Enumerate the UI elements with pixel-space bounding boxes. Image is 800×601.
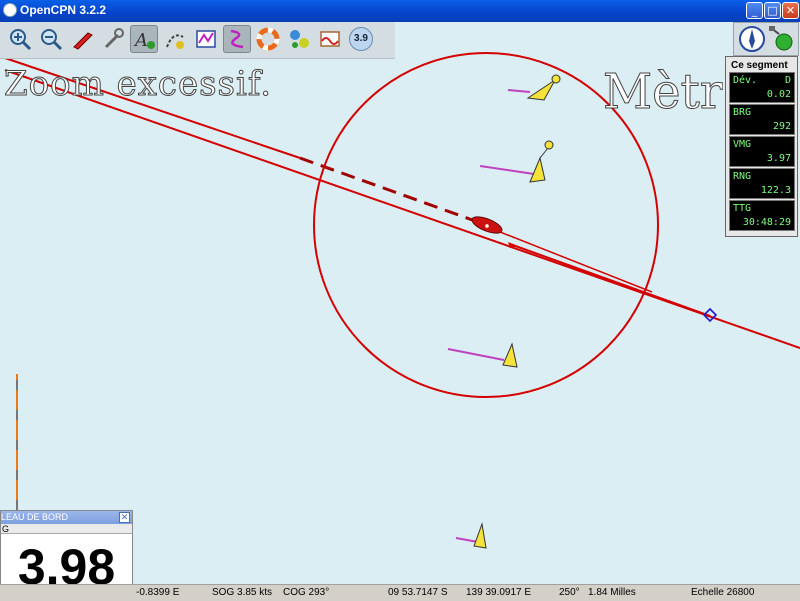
zoom-in-icon bbox=[10, 29, 32, 51]
ais-icon bbox=[290, 30, 309, 48]
instrument-dev: Dév. D 0.02 bbox=[729, 72, 795, 103]
compass-icon bbox=[739, 26, 765, 52]
route-button[interactable] bbox=[161, 25, 189, 53]
title-bar: OpenCPN 3.2.2 _ □ ✕ bbox=[0, 0, 800, 22]
window-title: OpenCPN 3.2.2 bbox=[20, 3, 107, 17]
status-longitude: -0.8399 E bbox=[136, 587, 180, 598]
dashboard-title: LEAU DE BORD bbox=[1, 511, 132, 524]
status-cursor-lon: 139 39.0917 E bbox=[466, 587, 532, 598]
unit-overlay-text: Mètr bbox=[603, 64, 723, 120]
status-bar: -0.8399 E SOG 3.85 kts COG 293° 09 53.71… bbox=[0, 584, 800, 601]
zoom-out-button[interactable] bbox=[37, 25, 65, 53]
route-manager-button[interactable] bbox=[192, 25, 220, 53]
instrument-value: 292 bbox=[772, 121, 791, 132]
status-distance: 1.84 Milles bbox=[588, 587, 636, 598]
route-icon bbox=[166, 34, 184, 49]
compass-status[interactable] bbox=[733, 22, 799, 56]
status-scale: Echelle 26800 bbox=[691, 587, 755, 598]
instrument-rng: RNG 122.3 bbox=[729, 168, 795, 199]
gps-status-icon bbox=[769, 26, 793, 51]
tides-button[interactable] bbox=[316, 25, 344, 53]
text-tool-button[interactable]: A bbox=[130, 25, 158, 53]
instrument-value: 3.97 bbox=[766, 153, 791, 164]
mob-button[interactable] bbox=[254, 25, 282, 53]
status-cursor-lat: 09 53.7147 S bbox=[388, 587, 448, 598]
instrument-label: VMG bbox=[733, 139, 752, 150]
status-cog: COG 293° bbox=[283, 587, 330, 598]
ship-icon bbox=[73, 32, 93, 50]
status-sog: SOG 3.85 kts bbox=[212, 587, 273, 598]
instrument-brg: BRG 292 bbox=[729, 104, 795, 135]
version-button[interactable]: 3.9 bbox=[347, 25, 375, 53]
track-icon bbox=[230, 29, 244, 49]
main-toolbar: A 3.9 bbox=[0, 22, 395, 59]
segment-panel[interactable]: Ce segment Dév. D 0.02 BRG 292 VMG 3.97 … bbox=[725, 56, 798, 237]
dashboard-close-button[interactable]: ✕ bbox=[119, 512, 130, 523]
instrument-ttg: TTG 30:48:29 bbox=[729, 200, 795, 231]
app-icon bbox=[3, 3, 17, 17]
instrument-label: RNG bbox=[733, 171, 752, 182]
instrument-label: BRG bbox=[733, 107, 752, 118]
tide-icon bbox=[320, 31, 340, 47]
close-button[interactable]: ✕ bbox=[782, 2, 799, 19]
text-add-icon: A bbox=[133, 30, 155, 51]
svg-text:A: A bbox=[133, 30, 148, 51]
ais-button[interactable] bbox=[285, 25, 313, 53]
zoom-warning-text: Zoom excessif. bbox=[3, 64, 273, 105]
instrument-unit: D bbox=[784, 75, 791, 86]
zoom-in-button[interactable] bbox=[6, 25, 34, 53]
instrument-value: 30:48:29 bbox=[742, 217, 791, 228]
lifebuoy-icon bbox=[256, 27, 280, 51]
instrument-label: Dév. bbox=[733, 75, 758, 86]
status-bearing: 250° bbox=[559, 587, 580, 598]
instrument-value: 122.3 bbox=[760, 185, 791, 196]
maximize-button[interactable]: □ bbox=[764, 2, 781, 19]
wrench-icon bbox=[104, 28, 124, 49]
center-ship-button[interactable] bbox=[68, 25, 96, 53]
instrument-vmg: VMG 3.97 bbox=[729, 136, 795, 167]
zoom-out-icon bbox=[41, 29, 63, 51]
settings-button[interactable] bbox=[99, 25, 127, 53]
version-badge: 3.9 bbox=[349, 27, 373, 51]
instrument-value: 0.02 bbox=[766, 89, 791, 100]
minimize-button[interactable]: _ bbox=[746, 2, 763, 19]
instrument-label: TTG bbox=[733, 203, 752, 214]
segment-panel-title: Ce segment bbox=[731, 60, 788, 71]
route-manager-icon bbox=[196, 30, 216, 48]
track-button[interactable] bbox=[223, 25, 251, 53]
